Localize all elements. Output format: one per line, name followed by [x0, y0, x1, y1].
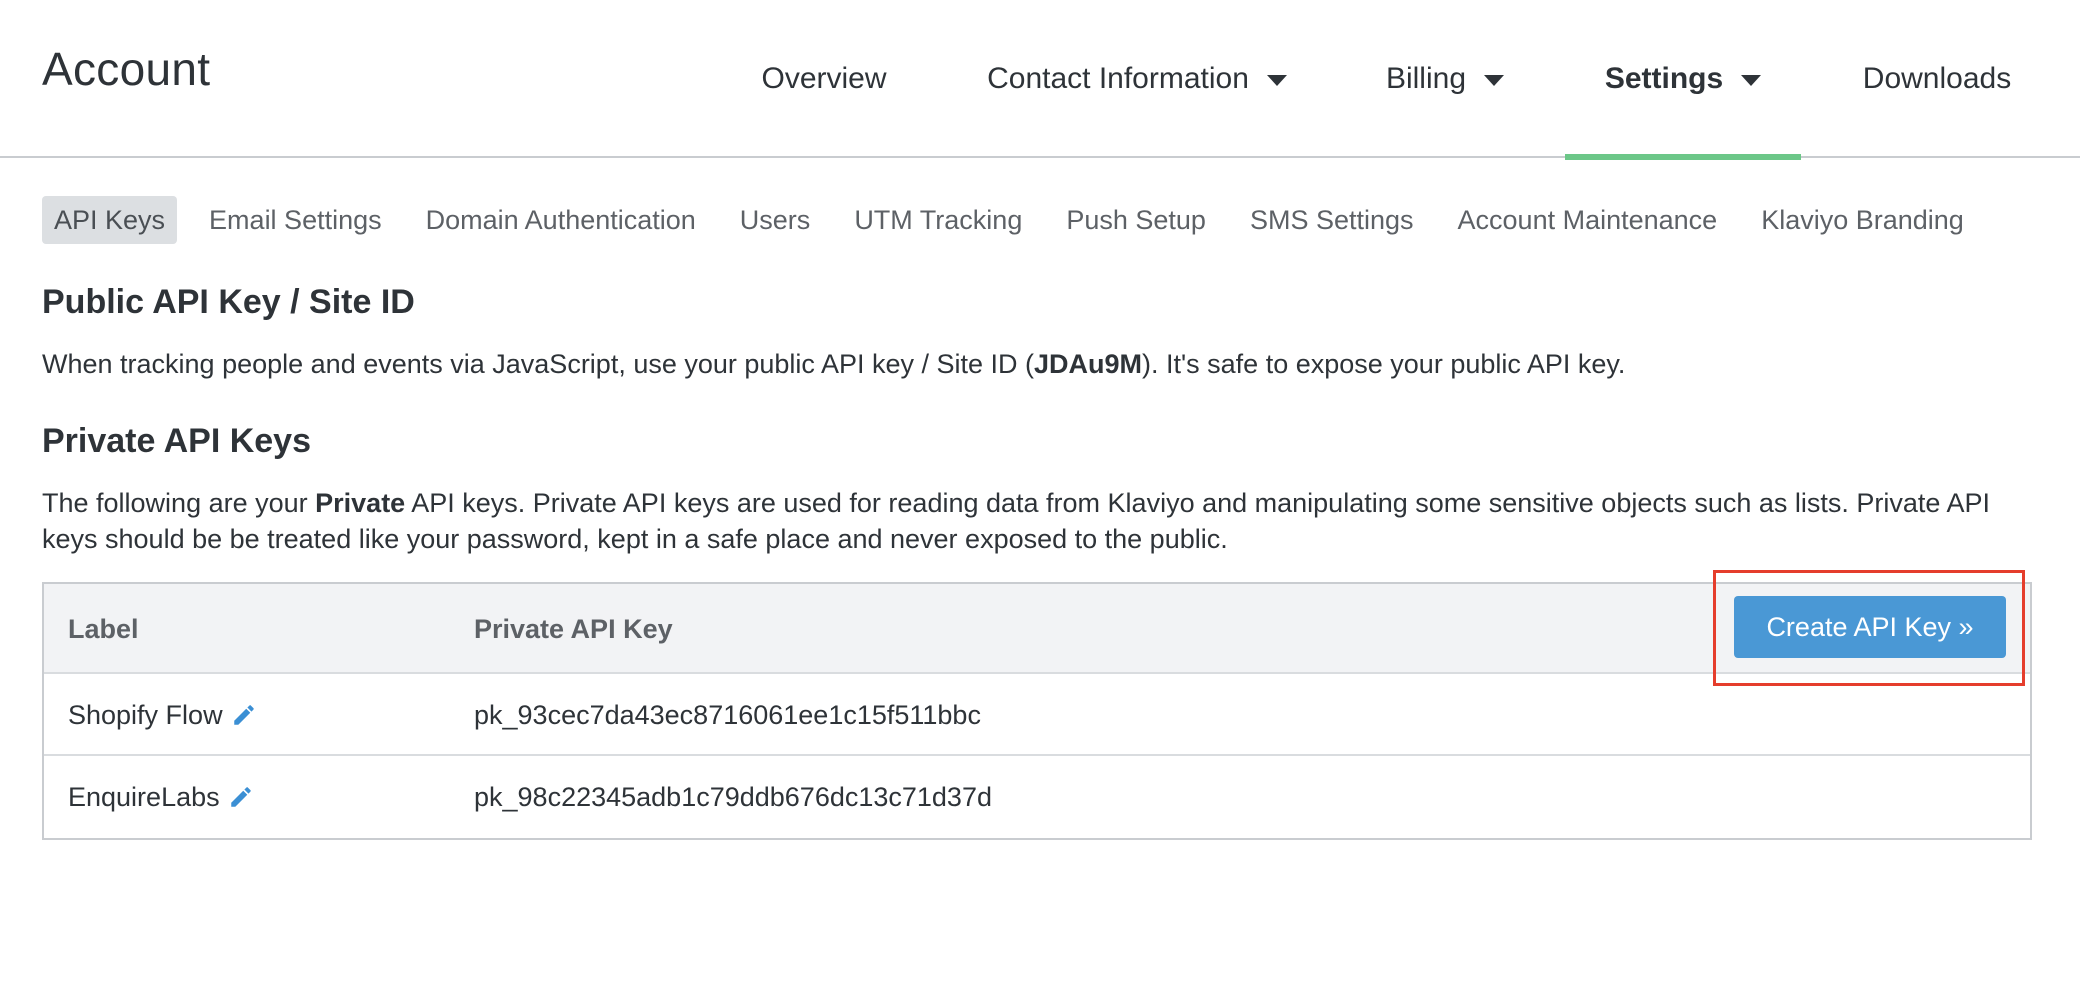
pencil-icon[interactable] — [231, 702, 257, 728]
tab-sms-settings[interactable]: SMS Settings — [1238, 196, 1426, 244]
tab-email-settings[interactable]: Email Settings — [197, 196, 394, 244]
table-header-row: Label Private API Key Create API Key » — [44, 584, 2030, 674]
key-label-cell: EnquireLabs — [68, 756, 254, 838]
main-nav: Overview Contact Information Billing Set… — [0, 0, 2080, 160]
nav-item-overview[interactable]: Overview — [742, 0, 906, 158]
private-api-key-value: pk_98c22345adb1c79ddb676dc13c71d37d — [474, 781, 992, 812]
create-api-key-button[interactable]: Create API Key » — [1734, 596, 2006, 658]
tab-users[interactable]: Users — [728, 196, 823, 244]
key-label-cell: Shopify Flow — [68, 674, 257, 756]
pencil-icon[interactable] — [228, 784, 254, 810]
nav-item-downloads[interactable]: Downloads — [1846, 0, 2028, 158]
table-row: EnquireLabs pk_98c22345adb1c79ddb676dc13… — [44, 756, 2030, 838]
nav-item-label: Overview — [761, 62, 887, 95]
top-header: Account Overview Contact Information Bil… — [0, 0, 2080, 160]
private-api-key-value: pk_93cec7da43ec8716061ee1c15f511bbc — [474, 699, 981, 730]
tab-account-maintenance[interactable]: Account Maintenance — [1446, 196, 1730, 244]
caret-down-icon — [1484, 74, 1505, 86]
tab-api-keys[interactable]: API Keys — [42, 196, 178, 244]
public-api-key-text-after: ). It's safe to expose your public API k… — [1142, 349, 1626, 379]
caret-down-icon — [1266, 74, 1287, 86]
nav-item-label: Downloads — [1862, 62, 2012, 95]
private-api-keys-table: Label Private API Key Create API Key » S… — [42, 582, 2032, 840]
public-api-key-text-before: When tracking people and events via Java… — [42, 349, 1034, 379]
nav-item-label: Billing — [1385, 62, 1467, 95]
private-api-keys-text-before: The following are your — [42, 488, 316, 518]
nav-item-contact-information[interactable]: Contact Information — [968, 0, 1306, 158]
tab-domain-authentication[interactable]: Domain Authentication — [414, 196, 708, 244]
public-api-key-heading: Public API Key / Site ID — [42, 283, 415, 321]
private-api-keys-description: The following are your Private API keys.… — [42, 485, 2042, 557]
column-header-label: Label — [68, 613, 139, 644]
private-api-keys-heading: Private API Keys — [42, 422, 311, 460]
settings-sub-tabs: API Keys Email Settings Domain Authentic… — [42, 196, 1996, 244]
caret-down-icon — [1741, 74, 1762, 86]
nav-item-label: Contact Information — [987, 62, 1249, 95]
public-api-key-description: When tracking people and events via Java… — [42, 346, 2042, 382]
private-emphasis: Private — [315, 488, 406, 518]
tab-push-setup[interactable]: Push Setup — [1054, 196, 1218, 244]
nav-item-label: Settings — [1604, 62, 1724, 95]
nav-item-settings[interactable]: Settings — [1565, 0, 1801, 160]
site-id-value: JDAu9M — [1034, 349, 1143, 379]
tab-klaviyo-branding[interactable]: Klaviyo Branding — [1749, 196, 1976, 244]
table-row: Shopify Flow pk_93cec7da43ec8716061ee1c1… — [44, 674, 2030, 756]
key-label: EnquireLabs — [68, 781, 220, 812]
tab-utm-tracking[interactable]: UTM Tracking — [842, 196, 1034, 244]
key-label: Shopify Flow — [68, 699, 223, 730]
column-header-private-api-key: Private API Key — [474, 613, 673, 644]
nav-item-billing[interactable]: Billing — [1372, 0, 1518, 158]
